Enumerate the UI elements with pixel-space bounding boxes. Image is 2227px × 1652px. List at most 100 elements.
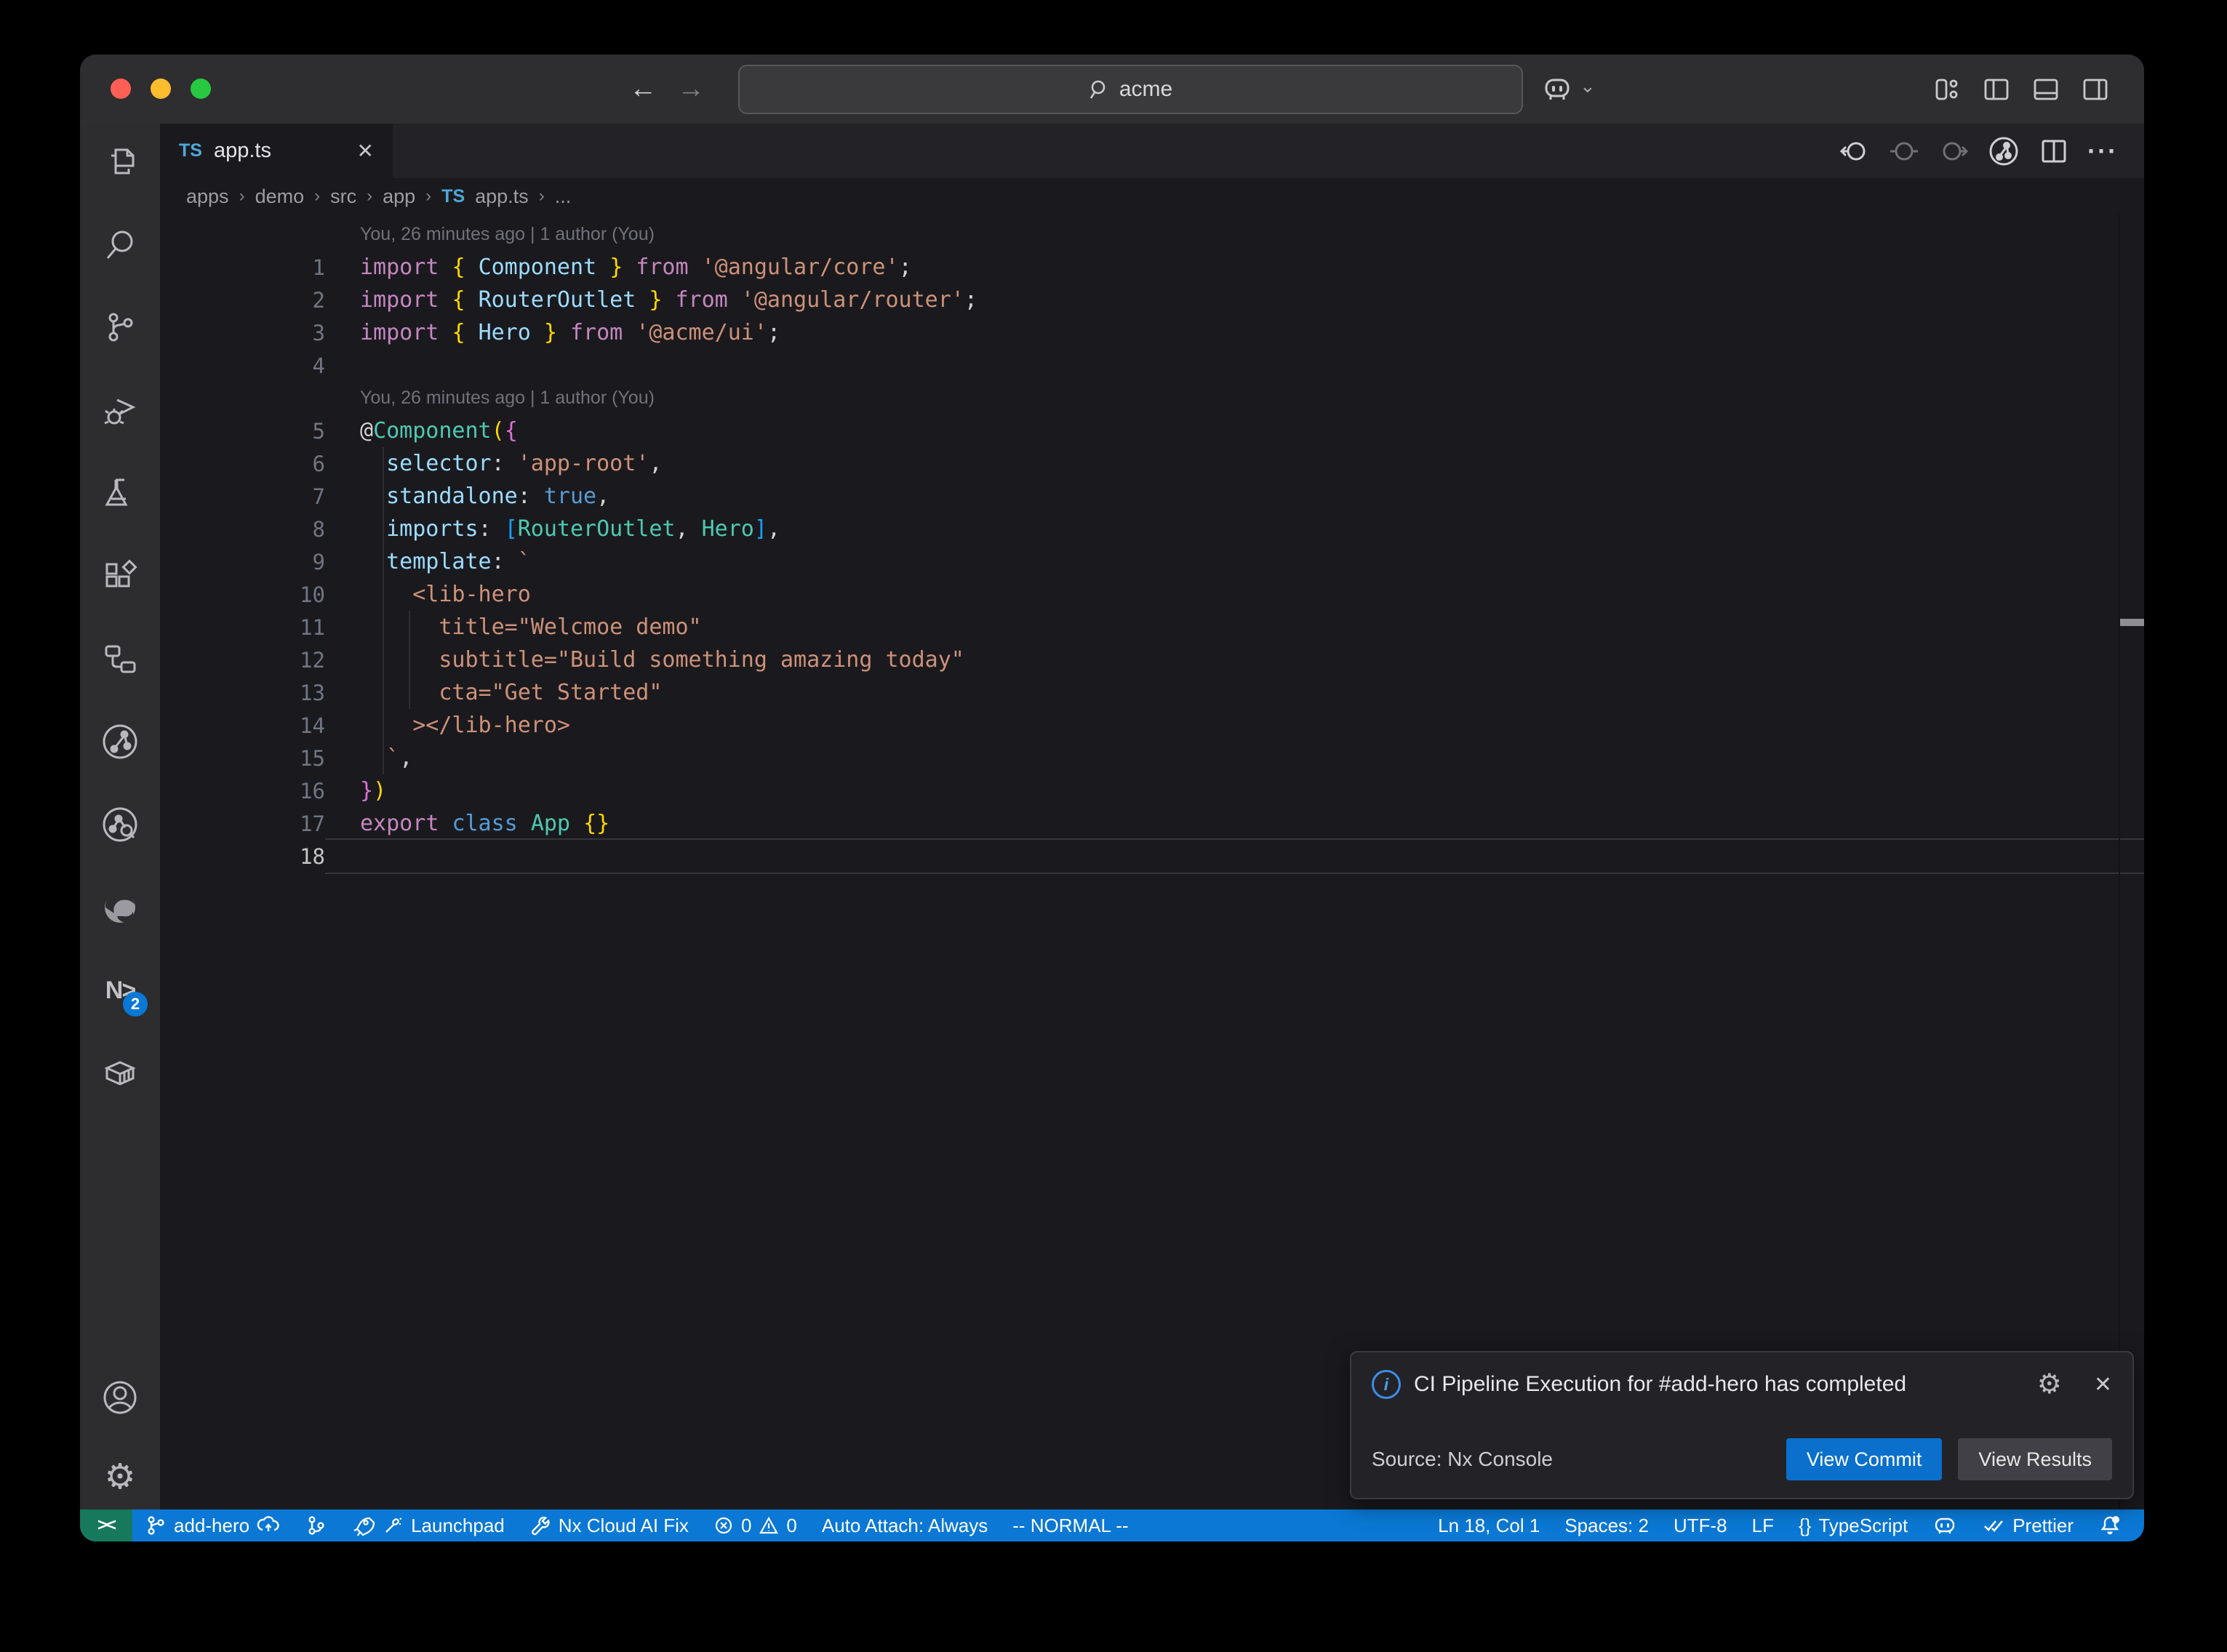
line-number[interactable]: 10 [160,582,325,607]
minimize-window-button[interactable] [151,79,171,99]
container-tools-icon[interactable] [100,1053,140,1094]
notifications-bell-item[interactable] [2086,1509,2134,1541]
search-icon[interactable] [100,224,140,265]
line-number[interactable]: 4 [160,353,325,378]
line-number[interactable]: 9 [160,550,325,574]
copilot-menu[interactable]: ⌄ [1540,55,1596,124]
line-number[interactable]: 17 [160,811,325,836]
code-line[interactable]: 10 <lib-hero [160,578,2144,611]
source-control-icon[interactable] [100,307,140,348]
breadcrumb-item[interactable]: apps [186,185,229,208]
code-line[interactable]: 11 title="Welcmoe demo" [160,611,2144,643]
close-window-button[interactable] [111,79,131,99]
tab-app-ts[interactable]: TS app.ts ✕ [160,124,393,178]
code-text: ></lib-hero> [325,709,2144,742]
notification-settings-gear-icon[interactable]: ⚙ [2037,1371,2062,1398]
line-number[interactable]: 8 [160,517,325,542]
code-line[interactable]: 9 template: ` [160,545,2144,578]
view-results-button[interactable]: View Results [1958,1438,2112,1480]
breadcrumb-item[interactable]: src [330,185,356,208]
nav-back-button[interactable]: ← [629,73,657,105]
prettier-item[interactable]: Prettier [1970,1509,2086,1541]
code-editor[interactable]: You, 26 minutes ago | 1 author (You)1imp… [160,214,2144,1509]
code-line[interactable]: 7 standalone: true, [160,480,2144,513]
line-number[interactable]: 12 [160,648,325,673]
code-line[interactable]: 15 `, [160,742,2144,774]
breadcrumb-item[interactable]: demo [255,185,305,208]
git-branch-item[interactable]: add-hero [132,1509,292,1541]
go-forward-icon[interactable] [1938,135,1970,167]
breadcrumb-item[interactable]: app.ts [475,185,529,208]
code-line[interactable]: 14 ></lib-hero> [160,709,2144,742]
code-line[interactable]: 6 selector: 'app-root', [160,447,2144,480]
nx-project-graph-icon[interactable] [100,721,140,762]
auto-attach-item[interactable]: Auto Attach: Always [809,1509,1000,1541]
breadcrumb-item[interactable]: ... [555,185,572,208]
run-debug-icon[interactable] [100,390,140,430]
code-line[interactable]: 1import { Component } from '@angular/cor… [160,251,2144,284]
edge-tools-icon[interactable] [100,887,140,928]
nx-graph-search-icon[interactable] [100,804,140,845]
code-line[interactable]: 4 [160,349,2144,382]
code-line[interactable]: 16}) [160,774,2144,807]
launchpad-item[interactable]: Launchpad [339,1509,517,1541]
code-line[interactable]: 12 subtitle="Build something amazing tod… [160,643,2144,676]
view-commit-button[interactable]: View Commit [1786,1438,1943,1480]
language-mode-item[interactable]: {} TypeScript [1786,1509,1920,1541]
line-number[interactable]: 13 [160,681,325,705]
remote-indicator[interactable]: >< [80,1509,132,1541]
line-number[interactable]: 14 [160,713,325,738]
breadcrumb-item[interactable]: app [383,185,415,208]
code-line[interactable]: 5@Component({ [160,414,2144,447]
problems-item[interactable]: 0 0 [701,1509,809,1541]
testing-icon[interactable] [100,473,140,513]
line-number[interactable]: 7 [160,484,325,509]
line-number[interactable]: 11 [160,615,325,640]
extensions-icon[interactable] [100,556,140,596]
encoding-item[interactable]: UTF-8 [1661,1509,1740,1541]
command-center-search[interactable]: acme [738,65,1523,114]
toggle-sidebar-icon[interactable] [1981,74,2012,105]
line-number[interactable]: 6 [160,452,325,476]
blame-line[interactable]: You, 26 minutes ago | 1 author (You) [160,382,2144,414]
blame-line[interactable]: You, 26 minutes ago | 1 author (You) [160,218,2144,251]
nav-dot-icon[interactable] [1888,135,1920,167]
scrollbar-gutter[interactable] [2119,214,2144,1509]
line-number[interactable]: 2 [160,288,325,313]
line-number[interactable]: 5 [160,419,325,444]
close-tab-icon[interactable]: ✕ [357,139,374,163]
code-line[interactable]: 17export class App {} [160,807,2144,840]
line-number[interactable]: 18 [160,844,325,869]
code-line[interactable]: 18 [160,840,2144,873]
line-number[interactable]: 3 [160,321,325,345]
line-number[interactable]: 15 [160,746,325,771]
customize-layout-icon[interactable] [1932,74,1962,105]
flowchart-icon[interactable] [100,638,140,679]
explorer-icon[interactable] [100,141,140,182]
maximize-window-button[interactable] [191,79,211,99]
nx-graph-file-icon[interactable] [1987,135,2020,168]
more-actions-icon[interactable]: ··· [2087,136,2118,167]
notification-close-icon[interactable]: ✕ [2094,1372,2112,1398]
go-back-icon[interactable] [1839,135,1871,167]
cursor-position-item[interactable]: Ln 18, Col 1 [1426,1509,1552,1541]
code-line[interactable]: 2import { RouterOutlet } from '@angular/… [160,284,2144,316]
split-editor-icon[interactable] [2038,135,2070,167]
nav-forward-button[interactable]: → [677,73,705,105]
toggle-secondary-sidebar-icon[interactable] [2080,74,2111,105]
code-line[interactable]: 3import { Hero } from '@acme/ui'; [160,316,2144,349]
nx-console-icon[interactable]: N> 2 [100,970,140,1011]
eol-item[interactable]: LF [1740,1509,1786,1541]
copilot-status-item[interactable] [1920,1509,1970,1541]
line-number[interactable]: 1 [160,255,325,280]
vim-mode-item[interactable]: -- NORMAL -- [1000,1509,1140,1541]
code-line[interactable]: 8 imports: [RouterOutlet, Hero], [160,513,2144,545]
nx-cloud-fix-item[interactable]: Nx Cloud AI Fix [517,1509,701,1541]
settings-gear-icon[interactable]: ⚙ [100,1457,140,1498]
indentation-item[interactable]: Spaces: 2 [1552,1509,1661,1541]
toggle-panel-icon[interactable] [2031,74,2061,105]
code-line[interactable]: 13 cta="Get Started" [160,676,2144,709]
git-graph-item[interactable] [292,1509,339,1541]
line-number[interactable]: 16 [160,779,325,803]
account-icon[interactable] [100,1377,140,1418]
